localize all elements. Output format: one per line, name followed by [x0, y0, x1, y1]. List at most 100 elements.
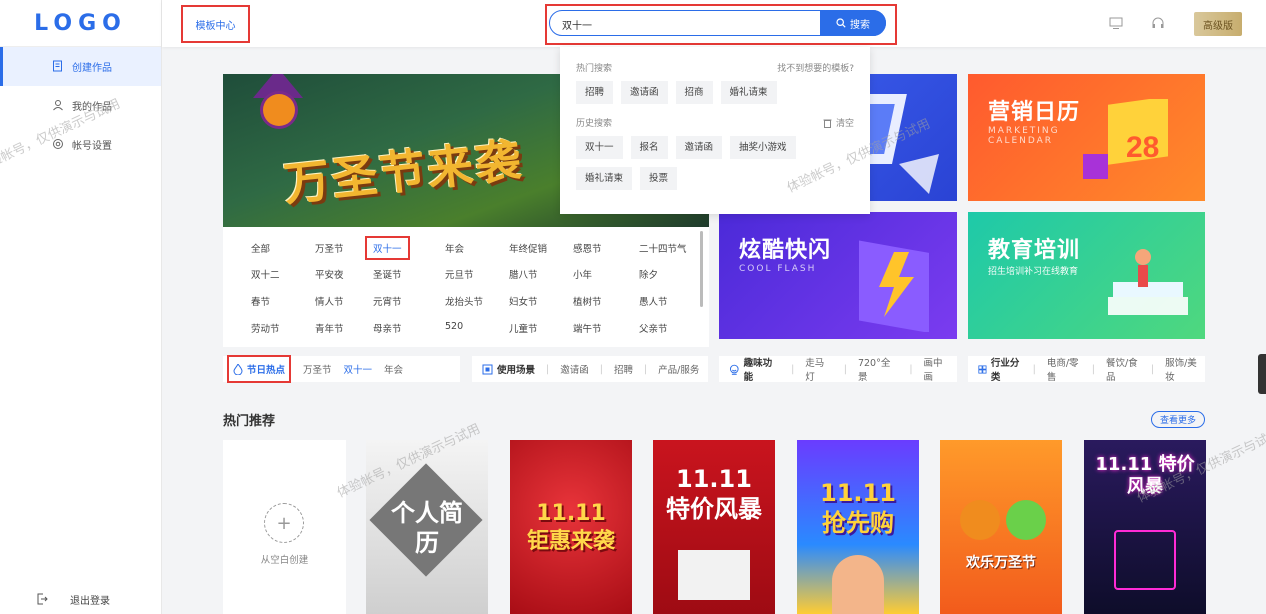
category-item[interactable]: 腊八节 [509, 267, 538, 281]
catbar-item[interactable]: 电商/零售 [1047, 355, 1081, 383]
category-item[interactable]: 劳动节 [251, 321, 280, 335]
category-item[interactable]: 全部 [251, 241, 270, 255]
view-more-button[interactable]: 查看更多 [1151, 411, 1205, 428]
create-blank-label: 从空白创建 [260, 555, 309, 566]
category-item[interactable]: 万圣节 [315, 241, 344, 255]
card-text: 个人简历 [391, 499, 463, 557]
catbar-item[interactable]: 招聘 [614, 362, 633, 376]
clear-label: 清空 [835, 119, 854, 129]
tile-cool-flash[interactable]: 炫酷快闪 COOL FLASH [719, 212, 957, 339]
scrollbar[interactable] [700, 231, 703, 307]
category-item[interactable]: 植树节 [573, 294, 602, 308]
category-item[interactable]: 龙抬头节 [445, 294, 483, 308]
history-tag[interactable]: 双十一 [576, 136, 623, 159]
character-shape [832, 555, 884, 614]
monitor-icon[interactable] [1109, 16, 1123, 30]
history-tag[interactable]: 投票 [640, 167, 678, 190]
category-item[interactable]: 圣诞节 [373, 267, 402, 281]
hot-tag[interactable]: 招商 [675, 81, 713, 104]
catbar-item[interactable]: 720°全景 [858, 355, 898, 383]
search-icon [836, 18, 846, 28]
separator: | [1091, 363, 1095, 375]
catbar-item[interactable]: 餐饮/食品 [1106, 355, 1140, 383]
hot-search-header: 热门搜索 找不到想要的模板? [576, 61, 854, 74]
sidebar-item-create[interactable]: 创建作品 [0, 47, 161, 86]
catbar-head-industry[interactable]: 行业分类 [978, 355, 1022, 383]
pumpkin-icon [263, 94, 295, 126]
category-item[interactable]: 父亲节 [639, 321, 668, 335]
template-card[interactable]: 个人简历 [366, 440, 488, 614]
category-item[interactable]: 平安夜 [315, 267, 344, 281]
scan-icon [482, 364, 493, 374]
search-input-value[interactable]: 双十一 [562, 17, 592, 32]
history-tag[interactable]: 抽奖小游戏 [730, 136, 796, 159]
search-highlight: 双十一 搜索 [545, 4, 897, 45]
category-item[interactable]: 青年节 [315, 321, 344, 335]
catbar-head-scenario[interactable]: 使用场景 [482, 362, 535, 376]
category-item[interactable]: 520 [445, 321, 463, 332]
category-item[interactable]: 元旦节 [445, 267, 474, 281]
headset-icon[interactable] [1151, 16, 1165, 30]
trash-icon [823, 119, 832, 128]
category-item[interactable]: 愚人节 [639, 294, 668, 308]
category-item[interactable]: 儿童节 [509, 321, 538, 335]
catbar-item[interactable]: 走马灯 [805, 355, 832, 383]
catbar-item[interactable]: 服饰/美妆 [1165, 355, 1199, 383]
catbar-head-fun[interactable]: 趣味功能 [729, 355, 780, 383]
logo[interactable]: LOGO [0, 0, 161, 47]
tile-marketing-calendar[interactable]: 营销日历 MARKETING CALENDAR 28 [968, 74, 1205, 201]
history-tag[interactable]: 报名 [630, 136, 668, 159]
history-tag[interactable]: 邀请函 [675, 136, 723, 159]
catbar-item[interactable]: 万圣节 [303, 362, 332, 376]
breadcrumb-template-center[interactable]: 模板中心 [181, 5, 250, 43]
template-card[interactable]: 欢乐万圣节 [940, 440, 1062, 614]
create-blank-card[interactable]: + 从空白创建 [223, 440, 346, 614]
search-button[interactable]: 搜索 [820, 10, 886, 36]
catbar-industry: 行业分类 | 电商/零售 | 餐饮/食品 | 服饰/美妆 [968, 355, 1205, 383]
settings-icon [53, 139, 63, 149]
catbar-item[interactable]: 画中画 [924, 355, 951, 383]
category-item[interactable]: 双十二 [251, 267, 280, 281]
category-item[interactable]: 元宵节 [373, 294, 402, 308]
sidebar-item-my-works[interactable]: 我的作品 [0, 86, 161, 125]
catbar-item[interactable]: 年会 [384, 362, 403, 376]
hot-tag[interactable]: 邀请函 [621, 81, 668, 104]
template-card[interactable]: 11.11 特价风暴 [1084, 440, 1206, 614]
category-item[interactable]: 年终促销 [509, 241, 547, 255]
catbar-scenario: 使用场景 | 邀请函 | 招聘 | 产品/服务 [472, 356, 708, 382]
logout-button[interactable]: 退出登录 [0, 584, 162, 614]
template-card[interactable]: 11.11 特价风暴 [653, 440, 775, 614]
side-feedback-tab[interactable] [1258, 354, 1266, 394]
card-text: 11.11 抢先购 [820, 479, 896, 537]
history-tag[interactable]: 婚礼请柬 [576, 167, 633, 190]
upgrade-badge[interactable]: 高级版 [1194, 12, 1242, 36]
category-item[interactable]: 二十四节气 [639, 241, 687, 255]
clear-history-button[interactable]: 清空 [823, 116, 854, 129]
template-card[interactable]: 11.11 抢先购 [797, 440, 919, 614]
history-title: 历史搜索 [576, 119, 613, 129]
user-icon [53, 100, 63, 111]
category-item[interactable]: 年会 [445, 241, 464, 255]
catbar-head-festival[interactable]: 节日热点 [227, 355, 292, 383]
category-item[interactable]: 感恩节 [573, 241, 602, 255]
festival-category-panel: 全部 万圣节 双十一 年会 年终促销 感恩节 二十四节气双十二 平安夜 圣诞节 元旦节 腊八节 小年 除… [223, 227, 709, 347]
template-card[interactable]: 11.11 钜惠来袭 [510, 440, 632, 614]
tile-title: 教育培训 [988, 238, 1081, 263]
not-found-link[interactable]: 找不到想要的模板? [777, 61, 854, 74]
category-item[interactable]: 妇女节 [509, 294, 538, 308]
category-item[interactable]: 双十一 [365, 236, 410, 260]
category-item[interactable]: 小年 [573, 267, 592, 281]
category-item[interactable]: 除夕 [639, 267, 658, 281]
catbar-item[interactable]: 产品/服务 [658, 362, 699, 376]
search-input[interactable]: 双十一 搜索 [549, 10, 886, 36]
hot-tag[interactable]: 婚礼请柬 [720, 81, 777, 104]
category-item[interactable]: 情人节 [315, 294, 344, 308]
category-item[interactable]: 春节 [251, 294, 270, 308]
sidebar-item-account[interactable]: 帐号设置 [0, 125, 161, 164]
category-item[interactable]: 端午节 [573, 321, 602, 335]
category-item[interactable]: 母亲节 [373, 321, 402, 335]
catbar-item[interactable]: 邀请函 [560, 362, 589, 376]
hot-tag[interactable]: 招聘 [576, 81, 614, 104]
tile-education[interactable]: 教育培训 招生培训补习在线教育 [968, 212, 1205, 339]
catbar-item[interactable]: 双十一 [344, 362, 373, 376]
